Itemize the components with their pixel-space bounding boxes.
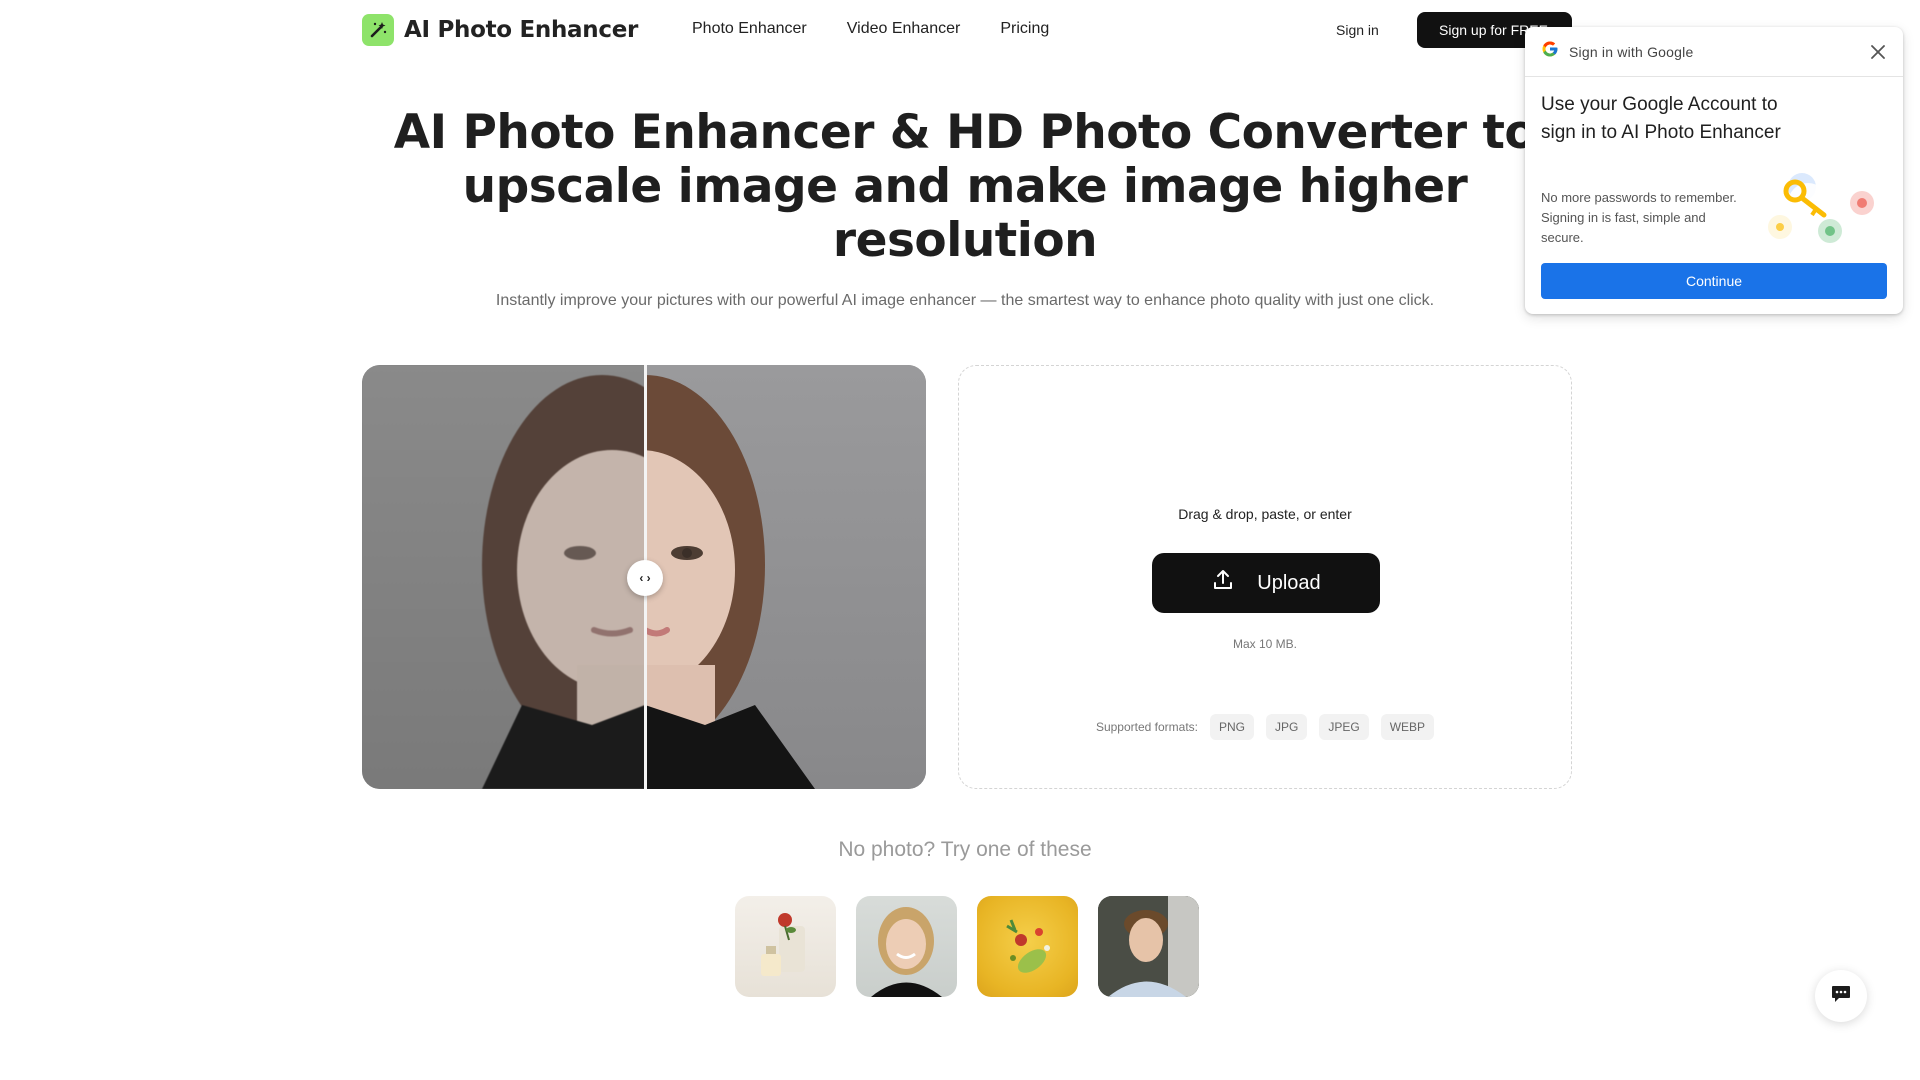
google-signin-popup: Sign in with Google Use your Google Acco… [1525, 27, 1903, 314]
sample-perfume-image[interactable] [735, 896, 836, 997]
drag-drop-text: Drag & drop, paste, or enter [1178, 506, 1352, 522]
sample-food-image[interactable] [977, 896, 1078, 997]
close-icon[interactable] [1867, 41, 1889, 63]
sample-man-portrait[interactable] [1098, 896, 1199, 997]
format-badge: PNG [1210, 714, 1255, 740]
continue-label: Continue [1685, 273, 1743, 289]
page-subtitle: Instantly improve your pictures with our… [495, 292, 1435, 309]
upload-dropzone[interactable]: Drag & drop, paste, or enter Upload Max … [958, 365, 1572, 789]
format-badge: JPG [1266, 714, 1308, 740]
comparison-drag-handle[interactable]: ‹ › [627, 560, 663, 596]
logo-text: AI Photo Enhancer [404, 17, 639, 43]
upload-button[interactable]: Upload [1152, 553, 1380, 613]
google-logo-icon [1541, 40, 1559, 63]
format-badge: JPEG [1319, 714, 1369, 740]
sample-woman-portrait[interactable] [856, 896, 957, 997]
formats-label: Supported formats: [1095, 720, 1198, 734]
google-popup-body: No more passwords to remember. Signing i… [1541, 190, 1737, 245]
before-after-comparison[interactable]: ‹ › [362, 365, 926, 789]
samples-heading: No photo? Try one of these [838, 838, 1092, 861]
google-popup-header: Sign in with Google [1525, 27, 1903, 77]
chat-button[interactable] [1815, 970, 1867, 1022]
page-title: AI Photo Enhancer & HD Photo Converter t… [393, 105, 1537, 268]
supported-formats: Supported formats: PNG JPG JPEG WEBP [959, 714, 1571, 740]
nav-video-enhancer[interactable]: Video Enhancer [847, 20, 961, 38]
sign-in-link[interactable]: Sign in [1336, 22, 1379, 38]
max-size-text: Max 10 MB. [1232, 637, 1298, 651]
google-popup-title: Use your Google Account to sign in to AI… [1541, 94, 1781, 143]
after-image [525, 365, 926, 789]
main-nav: Photo Enhancer Video Enhancer Pricing [692, 20, 1049, 38]
nav-photo-enhancer[interactable]: Photo Enhancer [692, 20, 807, 38]
upload-icon [1211, 568, 1235, 598]
magic-wand-icon [362, 14, 394, 46]
google-popup-header-text: Sign in with Google [1569, 43, 1694, 60]
nav-pricing[interactable]: Pricing [1000, 20, 1049, 38]
key-illustration-icon [1750, 165, 1890, 255]
google-continue-button[interactable]: Continue [1541, 263, 1887, 299]
site-logo[interactable]: AI Photo Enhancer [362, 14, 638, 46]
before-image [362, 365, 722, 789]
upload-label: Upload [1257, 571, 1321, 594]
format-badge: WEBP [1380, 714, 1435, 740]
sample-images [735, 896, 1199, 997]
chat-bubble-icon [1830, 983, 1852, 1010]
